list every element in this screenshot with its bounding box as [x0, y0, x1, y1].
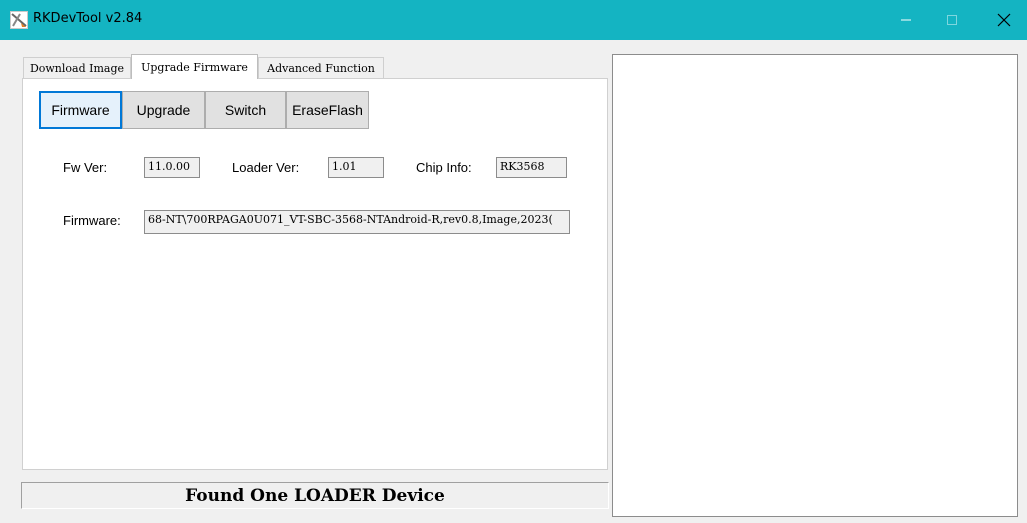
maximize-button[interactable] [929, 0, 975, 40]
log-output-panel[interactable] [612, 54, 1018, 517]
maximize-icon [947, 15, 957, 25]
tab-advanced-function[interactable]: Advanced Function [258, 57, 384, 78]
app-icon [10, 11, 28, 29]
firmware-label: Firmware: [63, 213, 121, 228]
fw-ver-label: Fw Ver: [63, 160, 108, 175]
status-text: Found One LOADER Device [185, 486, 445, 506]
window-title: RKDevTool v2.84 [33, 11, 143, 26]
close-button[interactable] [981, 0, 1027, 40]
minimize-icon [901, 19, 911, 21]
chip-info-label: Chip Info: [416, 160, 472, 175]
firmware-path-field: 68-NT\700RPAGA0U071_VT-SBC-3568-NTAndroi… [144, 210, 570, 234]
loader-ver-field: 1.01 [328, 157, 384, 178]
tab-upgrade-firmware[interactable]: Upgrade Firmware [131, 54, 258, 79]
fw-ver-field: 11.0.00 [144, 157, 200, 178]
loader-ver-label: Loader Ver: [232, 160, 300, 175]
close-icon [997, 13, 1011, 27]
erase-flash-button[interactable]: EraseFlash [286, 91, 369, 129]
chip-info-field: RK3568 [496, 157, 567, 178]
status-bar: Found One LOADER Device [21, 482, 609, 509]
firmware-button[interactable]: Firmware [39, 91, 122, 129]
switch-button[interactable]: Switch [205, 91, 286, 129]
tab-download-image[interactable]: Download Image [23, 57, 131, 78]
title-bar: RKDevTool v2.84 [0, 0, 1027, 40]
minimize-button[interactable] [883, 0, 929, 40]
upgrade-firmware-panel [22, 78, 608, 470]
upgrade-button[interactable]: Upgrade [122, 91, 205, 129]
